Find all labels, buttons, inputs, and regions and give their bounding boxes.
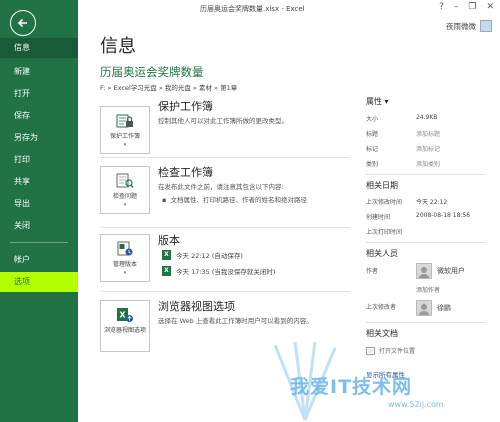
versions-title: 版本 bbox=[158, 234, 180, 247]
inspect-bullet-text: 文档属性、打印机路径、作者的姓名和绝对路径 bbox=[170, 196, 308, 204]
manage-versions-button[interactable]: 管理版本 ▾ bbox=[100, 234, 150, 282]
properties-heading[interactable]: 属性 ▾ bbox=[366, 96, 389, 107]
inspect-desc: 在发布此文件之前，请注意其包含以下内容: bbox=[158, 183, 284, 191]
help-icon[interactable]: ? bbox=[439, 2, 444, 12]
watermark-url: www.52ij.com bbox=[388, 400, 444, 409]
nav-divider bbox=[10, 242, 68, 243]
prop-title-label: 标题 bbox=[366, 131, 379, 138]
chevron-down-icon: ▾ bbox=[123, 202, 127, 208]
check-issues-label: 检查问题 bbox=[112, 193, 137, 200]
manage-versions-icon bbox=[117, 241, 133, 256]
last-modified-by-row[interactable]: 徐鹏 bbox=[416, 300, 451, 316]
protect-button-label: 保护工作簿 bbox=[109, 133, 140, 140]
window-controls: ? – ❐ ✕ bbox=[439, 2, 494, 12]
prop-size-label: 大小 bbox=[366, 116, 379, 123]
nav-export[interactable]: 导出 bbox=[0, 194, 78, 214]
open-file-location-text: 打开文件位置 bbox=[379, 348, 416, 355]
modifier-avatar bbox=[416, 300, 432, 316]
account-name: 夜雨微微 bbox=[446, 21, 476, 31]
open-file-location-link[interactable]: 打开文件位置 bbox=[366, 346, 415, 355]
section-divider bbox=[100, 291, 350, 292]
author-row[interactable]: 微软用户 bbox=[416, 263, 465, 279]
created-label: 创建时间 bbox=[366, 214, 391, 221]
browser-view-options-label: 浏览器视图选项 bbox=[103, 327, 146, 334]
window-title: 历届奥运会奖牌数量.xlsx - Excel bbox=[200, 5, 305, 13]
nav-print[interactable]: 打印 bbox=[0, 150, 78, 170]
avatar bbox=[480, 20, 492, 32]
minimize-icon[interactable]: – bbox=[454, 2, 459, 12]
nav-share[interactable]: 共享 bbox=[0, 172, 78, 192]
nav-open[interactable]: 打开 bbox=[0, 84, 78, 104]
last-modified-by-label: 上次修改者 bbox=[366, 304, 397, 311]
prop-category-value[interactable]: 添加类别 bbox=[416, 159, 440, 168]
nav-info[interactable]: 信息 bbox=[0, 38, 78, 58]
restore-icon[interactable]: ❐ bbox=[468, 2, 476, 12]
last-modified-value: 今天 22:12 bbox=[416, 199, 448, 206]
browser-view-desc: 选择在 Web 上查看此工作簿时用户可以看到的内容。 bbox=[158, 317, 313, 325]
nav-account[interactable]: 帐户 bbox=[0, 250, 78, 270]
inspect-document-icon bbox=[116, 173, 134, 188]
section-divider bbox=[100, 227, 350, 228]
watermark-text: 我爱IT技术网 bbox=[290, 376, 413, 398]
inspect-bullet: ▪ 文档属性、打印机路径、作者的姓名和绝对路径 bbox=[162, 194, 307, 204]
last-modified-label: 上次修改时间 bbox=[366, 199, 403, 206]
prop-size-value: 24.9KB bbox=[416, 114, 438, 121]
folder-icon bbox=[366, 347, 375, 355]
author-label: 作者 bbox=[366, 268, 379, 275]
protect-section: 保护工作簿 ▾ 保护工作簿 控制其他人可以对此工作簿所做的更改类型。 bbox=[100, 98, 350, 154]
related-people-heading: 相关人员 bbox=[366, 249, 398, 258]
check-issues-button[interactable]: 检查问题 ▾ bbox=[100, 166, 150, 214]
nav-new[interactable]: 新建 bbox=[0, 62, 78, 82]
author-avatar bbox=[416, 263, 432, 279]
browser-view-title: 浏览器视图选项 bbox=[158, 300, 235, 313]
bullet-icon: ▪ bbox=[162, 196, 171, 204]
excel-file-icon: X bbox=[162, 266, 171, 276]
related-dates-heading: 相关日期 bbox=[366, 181, 398, 190]
versions-section: 管理版本 ▾ 版本 X 今天 22:12 (自动保存) X 今天 17:35 (… bbox=[100, 232, 350, 290]
last-modified-by-name: 徐鹏 bbox=[437, 304, 451, 312]
props-divider bbox=[366, 174, 486, 175]
created-value: 2008-08-18 18:56 bbox=[416, 212, 471, 219]
nav-save[interactable]: 保存 bbox=[0, 106, 78, 126]
workbook-title: 历届奥运会奖牌数量 bbox=[100, 65, 204, 79]
page-title: 信息 bbox=[100, 36, 136, 57]
prop-category-label: 类别 bbox=[366, 161, 379, 168]
excel-file-icon: X bbox=[162, 250, 171, 260]
browser-view-options-button[interactable]: X 浏览器视图选项 bbox=[100, 300, 150, 352]
close-icon[interactable]: ✕ bbox=[486, 2, 494, 12]
back-arrow-icon bbox=[17, 18, 27, 28]
prop-title-value[interactable]: 添加标题 bbox=[416, 129, 440, 138]
svg-text:X: X bbox=[119, 311, 126, 320]
version-item[interactable]: X 今天 22:12 (自动保存) bbox=[162, 250, 243, 260]
chevron-down-icon: ▾ bbox=[123, 142, 127, 148]
props-divider bbox=[366, 322, 486, 323]
protect-workbook-button[interactable]: 保护工作簿 ▾ bbox=[100, 106, 150, 154]
prop-tags-label: 标记 bbox=[366, 146, 379, 153]
file-path-breadcrumb[interactable]: F: » Excel学习光盘 » 我的光盘 » 素材 » 第1章 bbox=[100, 82, 237, 92]
protect-title: 保护工作簿 bbox=[158, 100, 213, 113]
inspect-title: 检查工作簿 bbox=[158, 166, 213, 179]
protect-desc: 控制其他人可以对此工作簿所做的更改类型。 bbox=[158, 117, 288, 125]
author-name: 微软用户 bbox=[437, 267, 465, 275]
prop-tags-value[interactable]: 添加标记 bbox=[416, 144, 440, 153]
backstage-sidebar: 信息 新建 打开 保存 另存为 打印 共享 导出 关闭 帐户 选项 bbox=[0, 0, 78, 422]
nav-options[interactable]: 选项 bbox=[0, 272, 78, 292]
manage-versions-label: 管理版本 bbox=[112, 261, 137, 268]
lock-icon bbox=[116, 114, 133, 128]
version-item-text: 今天 17:35 (当我没保存就关闭时) bbox=[176, 268, 276, 276]
nav-close[interactable]: 关闭 bbox=[0, 216, 78, 236]
chevron-down-icon: ▾ bbox=[123, 270, 127, 276]
section-divider bbox=[100, 157, 350, 158]
version-item-text: 今天 22:12 (自动保存) bbox=[176, 252, 243, 260]
add-author-link[interactable]: 添加作者 bbox=[416, 285, 440, 294]
props-divider bbox=[366, 242, 486, 243]
inspect-section: 检查问题 ▾ 检查工作簿 在发布此文件之前，请注意其包含以下内容: ▪ 文档属性… bbox=[100, 164, 350, 226]
last-printed-label: 上次打印时间 bbox=[366, 229, 403, 236]
related-documents-heading: 相关文档 bbox=[366, 329, 398, 338]
browser-view-icon: X bbox=[117, 308, 133, 322]
account-area[interactable]: 夜雨微微 bbox=[446, 20, 492, 32]
back-button[interactable] bbox=[10, 10, 36, 36]
nav-save-as[interactable]: 另存为 bbox=[0, 128, 78, 148]
version-item[interactable]: X 今天 17:35 (当我没保存就关闭时) bbox=[162, 266, 275, 276]
